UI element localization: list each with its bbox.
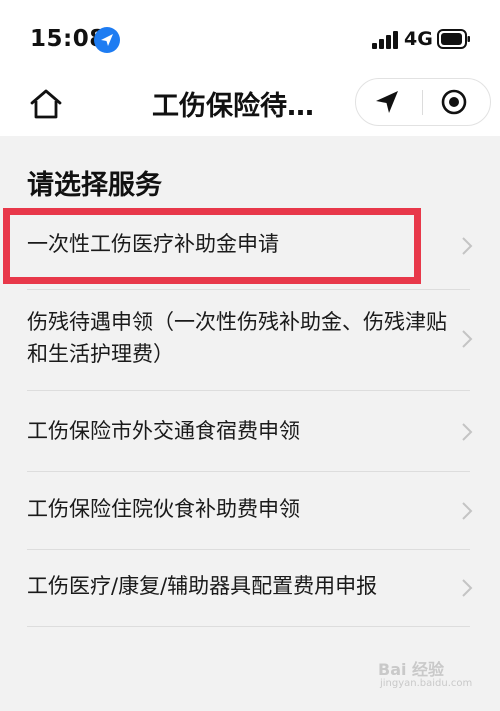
chevron-right-icon — [460, 577, 474, 599]
service-item-medical-subsidy[interactable]: 一次性工伤医疗补助金申请 — [0, 208, 500, 284]
watermark: Bai 经验 jingyan.baidu.com — [378, 656, 472, 689]
service-item-disability-benefits[interactable]: 伤残待遇申领（一次性伤残补助金、伤残津贴和生活护理费） — [0, 290, 500, 390]
page-title: 工伤保险待… — [152, 91, 314, 122]
section-title: 请选择服务 — [27, 170, 162, 201]
service-label: 伤残待遇申领（一次性伤残补助金、伤残津贴和生活护理费） — [27, 310, 447, 366]
service-item-meal-subsidy[interactable]: 工伤保险住院伙食补助费申领 — [0, 472, 500, 549]
location-icon[interactable] — [374, 89, 400, 115]
status-bar: 15:08 4G — [0, 0, 500, 78]
signal-icon — [372, 31, 400, 53]
watermark-main: Bai 经验 — [378, 660, 445, 679]
mini-program-capsule — [355, 78, 491, 126]
service-label: 工伤保险住院伙食补助费申领 — [27, 497, 300, 521]
chevron-right-icon — [460, 235, 474, 257]
chevron-right-icon — [460, 421, 474, 443]
service-label: 工伤保险市外交通食宿费申领 — [27, 419, 300, 443]
nav-bar: 工伤保险待… — [0, 78, 500, 136]
capsule-divider — [422, 90, 423, 115]
service-item-rehab-equipment[interactable]: 工伤医疗/康复/辅助器具配置费用申报 — [0, 550, 500, 626]
home-icon[interactable] — [28, 86, 64, 122]
battery-icon — [437, 29, 471, 53]
chevron-right-icon — [460, 500, 474, 522]
watermark-sub: jingyan.baidu.com — [380, 678, 473, 689]
network-type: 4G — [404, 28, 433, 50]
service-item-travel-expenses[interactable]: 工伤保险市外交通食宿费申领 — [0, 391, 500, 471]
chevron-right-icon — [460, 328, 474, 350]
service-label: 一次性工伤医疗补助金申请 — [27, 232, 279, 256]
record-icon[interactable] — [440, 88, 468, 116]
service-label: 工伤医疗/康复/辅助器具配置费用申报 — [27, 574, 378, 598]
list-divider — [27, 626, 470, 627]
location-arrow-icon — [94, 27, 120, 53]
